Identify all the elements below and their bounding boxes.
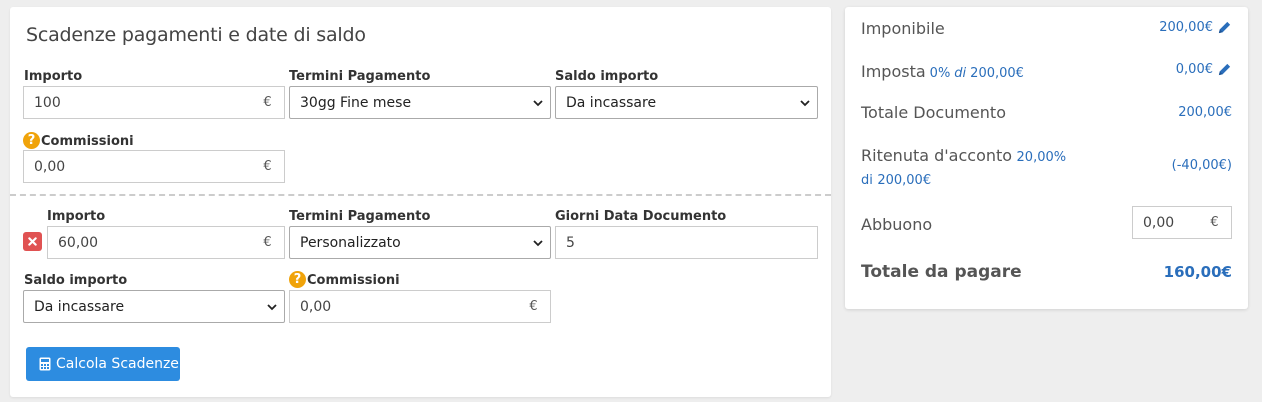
totale-documento-value: 200,00€	[1178, 105, 1232, 120]
chevron-down-icon	[800, 99, 810, 106]
help-icon[interactable]: ?	[23, 132, 40, 149]
ritenuta-value: (-40,00€)	[1171, 158, 1232, 173]
saldo-label: Saldo importo	[555, 69, 659, 84]
imponibile-value: 200,00€	[1159, 20, 1213, 35]
imposta-value: 0,00€	[1175, 62, 1213, 77]
totale-documento-label: Totale Documento	[861, 103, 1006, 122]
imponibile-label: Imponibile	[861, 19, 945, 38]
pencil-icon	[1218, 21, 1231, 34]
ritenuta-row: Ritenuta d'acconto 20,00% di 200,00€	[861, 145, 1081, 192]
saldo-select[interactable]: Da incassare	[23, 290, 285, 323]
ritenuta-label: Ritenuta d'acconto	[861, 146, 1013, 165]
termini-selected-value: Personalizzato	[300, 234, 401, 251]
termini-label: Termini Pagamento	[289, 209, 431, 224]
totale-da-pagare-label: Totale da pagare	[861, 262, 1022, 282]
giorni-label: Giorni Data Documento	[555, 209, 727, 224]
payment-schedule-panel: Scadenze pagamenti e date di saldo Impor…	[10, 7, 831, 397]
termini-selected-value: 30gg Fine mese	[300, 94, 412, 111]
imposta-base: 200,00€	[970, 66, 1024, 81]
imposta-value-group[interactable]: 0,00€	[1176, 62, 1232, 77]
chevron-down-icon	[533, 99, 543, 106]
delete-icon	[28, 237, 37, 246]
importo-label: Importo	[47, 209, 106, 224]
currency-addon: €	[517, 290, 551, 323]
calcola-scadenze-button[interactable]: Calcola Scadenze	[26, 347, 180, 381]
termini-label: Termini Pagamento	[289, 69, 431, 84]
commissioni-label: Commissioni	[41, 134, 134, 149]
calculator-icon	[39, 357, 51, 371]
importo-input[interactable]: 100	[23, 86, 252, 119]
saldo-selected-value: Da incassare	[566, 94, 657, 111]
section-divider	[10, 194, 831, 196]
giorni-input[interactable]: 5	[555, 226, 818, 259]
saldo-select[interactable]: Da incassare	[555, 86, 818, 119]
chevron-down-icon	[533, 239, 543, 246]
currency-addon: €	[251, 86, 285, 119]
importo-label: Importo	[24, 69, 83, 84]
commissioni-input[interactable]: 0,00	[289, 290, 518, 323]
commissioni-label: Commissioni	[307, 273, 400, 288]
chevron-down-icon	[267, 303, 277, 310]
imposta-percent: 0%	[929, 66, 951, 81]
saldo-label: Saldo importo	[24, 273, 128, 288]
termini-select[interactable]: Personalizzato	[289, 226, 551, 259]
pencil-icon	[1218, 63, 1231, 76]
delete-installment-button[interactable]	[23, 232, 42, 251]
currency-addon: €	[251, 226, 285, 259]
saldo-selected-value: Da incassare	[34, 298, 125, 315]
calcola-scadenze-label: Calcola Scadenze	[56, 356, 179, 372]
imposta-label: Imposta	[861, 62, 926, 81]
help-icon[interactable]: ?	[289, 271, 306, 288]
termini-select[interactable]: 30gg Fine mese	[289, 86, 551, 119]
imponibile-value-group[interactable]: 200,00€	[1159, 20, 1232, 35]
commissioni-input[interactable]: 0,00	[23, 150, 252, 183]
totals-panel: Imponibile 200,00€ Imposta 0% di 200,00€…	[845, 7, 1248, 309]
currency-addon: €	[251, 150, 285, 183]
abbuono-input[interactable]: 0,00	[1132, 206, 1199, 239]
importo-input[interactable]: 60,00	[47, 226, 252, 259]
panel-title: Scadenze pagamenti e date di saldo	[26, 24, 366, 46]
totale-da-pagare-value: 160,00€	[1163, 263, 1232, 281]
ritenuta-base: 200,00€	[877, 173, 932, 188]
currency-addon: €	[1198, 206, 1232, 239]
abbuono-label: Abbuono	[861, 215, 933, 234]
imposta-row: Imposta 0% di 200,00€	[861, 62, 1024, 81]
imposta-di: di	[954, 66, 967, 81]
